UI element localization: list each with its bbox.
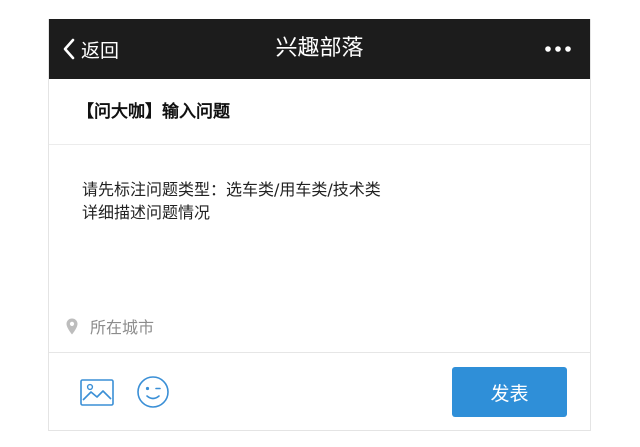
- page-title: 兴趣部落: [275, 36, 364, 61]
- more-horizontal-icon: [544, 45, 572, 53]
- body-line-detail-hint: 详细描述问题情况: [82, 203, 211, 222]
- image-icon[interactable]: [80, 379, 114, 410]
- back-label: 返回: [81, 39, 120, 62]
- post-composer: 返回 兴趣部落 【问大咖】输入问题 请先标注问题类型：选车类/用车类/技术类 详…: [48, 19, 591, 431]
- emoji-icon[interactable]: [136, 375, 170, 413]
- post-body-field[interactable]: 请先标注问题类型：选车类/用车类/技术类 详细描述问题情况: [49, 145, 590, 311]
- post-title-text: 【问大咖】输入问题: [77, 102, 230, 122]
- back-button[interactable]: 返回: [63, 19, 119, 79]
- chevron-left-icon: [63, 38, 75, 60]
- bottom-toolbar: 发表: [49, 352, 590, 430]
- post-title-field[interactable]: 【问大咖】输入问题: [49, 79, 590, 145]
- location-selector[interactable]: 所在城市: [66, 311, 154, 341]
- publish-button[interactable]: 发表: [452, 367, 567, 417]
- more-button[interactable]: [538, 19, 578, 79]
- location-pin-icon: [66, 318, 78, 335]
- location-label: 所在城市: [90, 318, 155, 337]
- body-line-type-hint: 请先标注问题类型：选车类/用车类/技术类: [82, 180, 381, 199]
- top-nav-bar: 返回 兴趣部落: [49, 19, 590, 79]
